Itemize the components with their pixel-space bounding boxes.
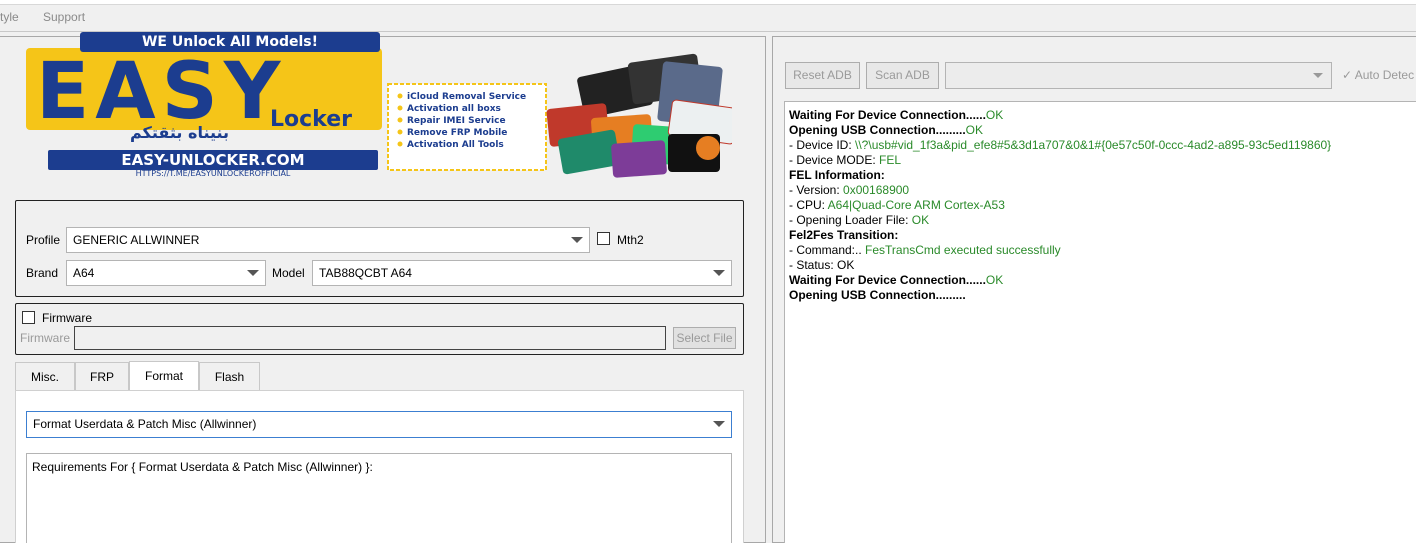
log-value: OK xyxy=(985,273,1004,287)
log-line: Opening USB Connection.........OK xyxy=(789,123,1412,138)
log-key: - Command:.. xyxy=(789,243,866,257)
profile-label: Profile xyxy=(26,233,61,247)
brand-label: Brand xyxy=(26,266,59,280)
log-key: Fel2Fes Transition: xyxy=(789,228,899,242)
tab-misc[interactable]: Misc. xyxy=(15,362,75,390)
log-line: Opening USB Connection......... xyxy=(789,288,1412,303)
brand-value: A64 xyxy=(73,266,95,280)
menu-style[interactable]: tyle xyxy=(0,10,19,24)
log-key: Opening USB Connection......... xyxy=(789,288,966,302)
format-operation-select[interactable]: Format Userdata & Patch Misc (Allwinner) xyxy=(26,411,732,438)
format-operation-value: Format Userdata & Patch Misc (Allwinner) xyxy=(33,417,257,431)
log-lines: Waiting For Device Connection......OK Ope… xyxy=(789,108,1412,303)
log-line: - Command:.. FesTransCmd executed succes… xyxy=(789,243,1412,258)
profile-select[interactable]: GENERIC ALLWINNER xyxy=(66,227,590,253)
log-key: - Opening Loader File: xyxy=(789,213,912,227)
mth2-label: Mth2 xyxy=(617,233,644,247)
service-item: Repair IMEI Service xyxy=(407,116,506,126)
service-item: Activation all boxs xyxy=(407,104,501,114)
requirements-heading: Requirements For { Format Userdata & Pat… xyxy=(32,460,373,474)
adb-device-select[interactable] xyxy=(945,62,1332,89)
service-item: iCloud Removal Service xyxy=(407,92,526,102)
log-line: Fel2Fes Transition: xyxy=(789,228,1412,243)
chevron-down-icon xyxy=(247,270,259,276)
log-line: - Status: OK xyxy=(789,258,1412,273)
log-value: FEL xyxy=(879,153,902,167)
chevron-down-icon xyxy=(713,421,725,427)
log-value: OK xyxy=(911,213,930,227)
firmware-field-label: Firmware xyxy=(20,331,70,345)
reset-adb-button[interactable]: Reset ADB xyxy=(785,62,860,89)
brand-select[interactable]: A64 xyxy=(66,260,266,286)
service-item: Remove FRP Mobile xyxy=(407,128,507,138)
logo-link: HTTPS://T.ME/EASYUNLOCKEROFFICIAL xyxy=(136,169,291,178)
log-line: Waiting For Device Connection......OK xyxy=(789,273,1412,288)
model-label: Model xyxy=(272,266,305,280)
log-value: 0x00168900 xyxy=(843,183,910,197)
log-line: - CPU: A64|Quad-Core ARM Cortex-A53 xyxy=(789,198,1412,213)
menu-bar: tyle Support xyxy=(0,0,1416,32)
tab-flash[interactable]: Flash xyxy=(199,362,260,390)
log-key: Waiting For Device Connection...... xyxy=(789,273,986,287)
mth2-checkbox[interactable] xyxy=(597,232,610,245)
service-bullet-icon xyxy=(397,117,403,123)
log-key: Opening USB Connection......... xyxy=(789,123,966,137)
auto-detect-checkbox[interactable]: ✓ Auto Detec xyxy=(1342,68,1414,82)
log-line: - Opening Loader File: OK xyxy=(789,213,1412,228)
chevron-down-icon xyxy=(713,270,725,276)
tab-frp[interactable]: FRP xyxy=(75,362,129,390)
service-bullet-icon xyxy=(397,105,403,111)
log-key: - Version: xyxy=(789,183,844,197)
log-line: - Device ID: \\?\usb#vid_1f3a&pid_efe8#5… xyxy=(789,138,1412,153)
log-key: - Status: OK xyxy=(789,258,855,272)
log-value: FesTransCmd executed successfully xyxy=(865,243,1061,257)
logo-site: EASY-UNLOCKER.COM xyxy=(121,151,304,169)
log-key: FEL Information: xyxy=(789,168,885,182)
log-line: FEL Information: xyxy=(789,168,1412,183)
log-key: - Device ID: xyxy=(789,138,856,152)
menu-support[interactable]: Support xyxy=(43,10,85,24)
log-key: - Device MODE: xyxy=(789,153,880,167)
service-bullet-icon xyxy=(397,129,403,135)
requirements-text[interactable]: Requirements For { Format Userdata & Pat… xyxy=(26,453,732,543)
log-key: - CPU: xyxy=(789,198,828,212)
chevron-down-icon xyxy=(571,237,583,243)
logo-arabic: بنيناه بثقتكم xyxy=(130,123,229,142)
log-output[interactable]: Waiting For Device Connection......OK Ope… xyxy=(784,101,1416,543)
log-line: - Version: 0x00168900 xyxy=(789,183,1412,198)
gift-cards-collage xyxy=(546,53,732,178)
log-value: OK xyxy=(965,123,984,137)
service-bullet-icon xyxy=(397,141,403,147)
firmware-checkbox[interactable] xyxy=(22,311,35,324)
service-bullet-icon xyxy=(397,93,403,99)
firmware-checkbox-label: Firmware xyxy=(42,311,92,325)
chevron-down-icon xyxy=(1313,73,1323,78)
log-value: OK xyxy=(985,108,1004,122)
model-select[interactable]: TAB88QCBT A64 xyxy=(312,260,732,286)
profile-value: GENERIC ALLWINNER xyxy=(73,233,200,247)
log-value: A64|Quad-Core ARM Cortex-A53 xyxy=(827,198,1005,212)
log-line: Waiting For Device Connection......OK xyxy=(789,108,1412,123)
select-file-button[interactable]: Select File xyxy=(673,327,736,349)
tab-format[interactable]: Format xyxy=(129,361,199,391)
scan-adb-button[interactable]: Scan ADB xyxy=(866,62,939,89)
service-item: Activation All Tools xyxy=(407,140,504,150)
model-value: TAB88QCBT A64 xyxy=(319,266,412,280)
firmware-path-field[interactable] xyxy=(74,326,666,350)
log-line: - Device MODE: FEL xyxy=(789,153,1412,168)
log-value: \\?\usb#vid_1f3a&pid_efe8#5&3d1a707&0&1#… xyxy=(855,138,1332,152)
log-key: Waiting For Device Connection...... xyxy=(789,108,986,122)
window-strip xyxy=(0,0,1416,5)
easy-locker-logo: WE Unlock All Models! EASY Locker بنيناه… xyxy=(26,32,732,178)
logo-sub: Locker xyxy=(270,107,352,132)
